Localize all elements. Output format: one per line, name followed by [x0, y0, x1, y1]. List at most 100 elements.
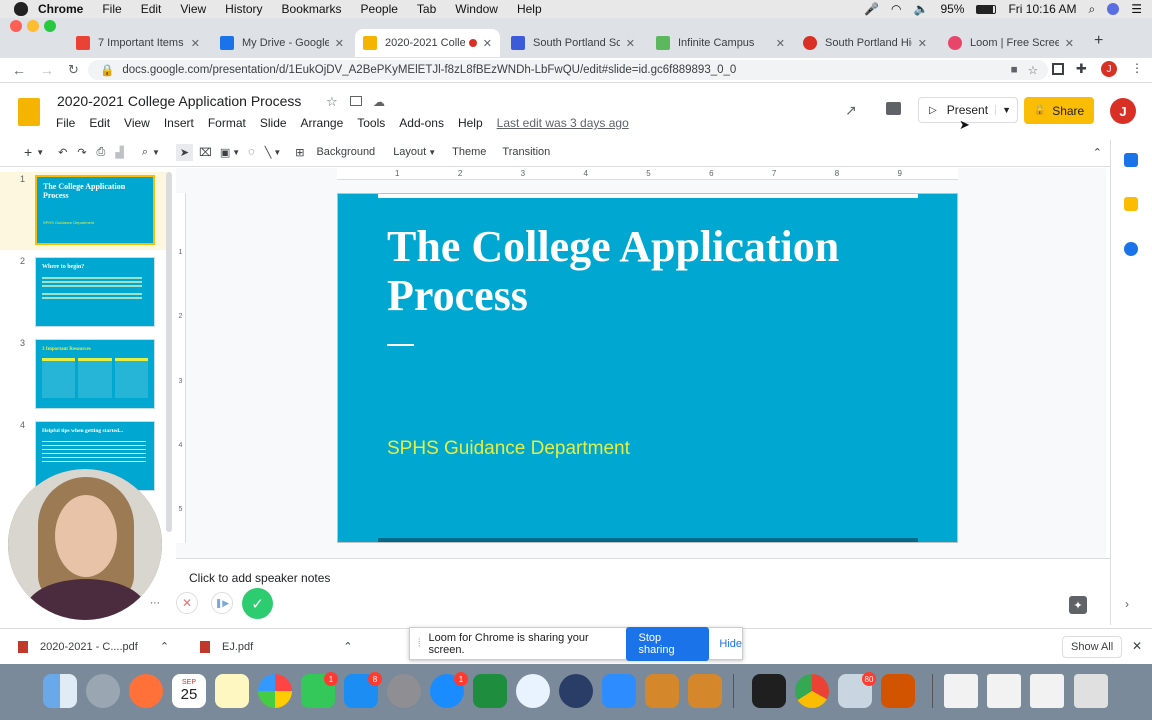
image-icon[interactable]: ▣ — [220, 146, 230, 159]
filmstrip-scrollbar[interactable] — [166, 172, 172, 532]
add-comment-icon[interactable]: ⊞ — [295, 146, 304, 159]
finish-recording-check-icon[interactable]: ✓ — [242, 588, 273, 619]
close-icon[interactable]: ✕ — [776, 37, 785, 50]
system-preferences-icon[interactable] — [387, 674, 421, 708]
layout-button[interactable]: Layout — [393, 146, 426, 158]
window-zoom-icon[interactable] — [44, 20, 56, 32]
trash-icon[interactable] — [1074, 674, 1108, 708]
shape-icon[interactable]: ◌ — [248, 146, 255, 158]
menu-file[interactable]: File — [56, 116, 75, 130]
slide-thumbnail-1[interactable]: The College Application Process SPHS Gui… — [35, 175, 155, 245]
activity-trend-icon[interactable]: ↗ — [845, 102, 857, 119]
print-icon[interactable]: ⎙ — [97, 146, 106, 159]
url-field[interactable]: 🔒 docs.google.com/presentation/d/1EukOjD… — [88, 60, 1048, 80]
star-icon[interactable]: ☆ — [326, 94, 338, 110]
slide-title[interactable]: The College Application Process — [387, 222, 907, 320]
menu-view[interactable]: View — [124, 116, 150, 130]
current-slide[interactable]: The College Application Process SPHS Gui… — [337, 193, 958, 543]
download-item-2[interactable]: EJ.pdf ⌃ — [200, 640, 352, 653]
extensions-puzzle-icon[interactable]: ✚ — [1076, 61, 1087, 77]
safari-icon[interactable] — [516, 674, 550, 708]
close-icon[interactable]: ✕ — [1065, 37, 1074, 50]
document-stack-icon[interactable] — [944, 674, 978, 708]
tab-south-portland-schools[interactable]: South Portland Scho ✕ — [503, 30, 643, 56]
menubar-item-help[interactable]: Help — [517, 2, 542, 16]
camera-icon[interactable]: ■ — [1011, 64, 1018, 76]
theme-button[interactable]: Theme — [452, 146, 486, 158]
new-slide-plus-icon[interactable]: + — [24, 144, 32, 160]
menu-edit[interactable]: Edit — [89, 116, 110, 130]
comments-icon[interactable] — [886, 102, 901, 115]
download-item-1[interactable]: 2020-2021 - C....pdf ⌃ — [18, 640, 169, 653]
menubar-item-history[interactable]: History — [225, 2, 262, 16]
document-stack-3-icon[interactable] — [1030, 674, 1064, 708]
battery-percent[interactable]: 95% — [940, 2, 964, 16]
move-folder-icon[interactable] — [350, 96, 362, 106]
close-icon[interactable]: ✕ — [483, 37, 492, 50]
apple-icon[interactable] — [14, 2, 28, 16]
menubar-item-edit[interactable]: Edit — [141, 2, 162, 16]
notes-icon[interactable] — [215, 674, 249, 708]
close-icon[interactable]: ✕ — [626, 37, 635, 50]
new-tab-plus-icon[interactable]: + — [1094, 32, 1103, 50]
tab-slides-active[interactable]: 2020-2021 Colle ✕ — [355, 29, 500, 57]
menubar-item-view[interactable]: View — [180, 2, 206, 16]
calendar-icon[interactable]: SEP 25 — [172, 674, 206, 708]
wifi-icon[interactable]: ◠ — [891, 2, 901, 16]
stop-sharing-button[interactable]: Stop sharing — [626, 626, 710, 661]
quicktime-icon[interactable] — [559, 674, 593, 708]
chevron-down-icon[interactable]: ▼ — [273, 148, 281, 157]
chevron-down-icon[interactable]: ▼ — [36, 148, 44, 157]
finder-icon[interactable] — [43, 674, 77, 708]
tasks-side-icon[interactable] — [1124, 242, 1138, 256]
close-icon[interactable]: ✕ — [335, 37, 344, 50]
paint-format-icon[interactable]: ▟ — [115, 146, 123, 159]
calendar-side-icon[interactable] — [1124, 153, 1138, 167]
tab-google-drive[interactable]: My Drive - Google Dr ✕ — [212, 30, 352, 56]
bookmark-star-icon[interactable]: ☆ — [1028, 63, 1038, 77]
last-edit-link[interactable]: Last edit was 3 days ago — [497, 116, 629, 130]
user-icon[interactable] — [1107, 3, 1120, 15]
close-icon[interactable]: ✕ — [918, 37, 927, 50]
volume-icon[interactable]: 🔈 — [913, 2, 928, 16]
photos-icon[interactable] — [258, 674, 292, 708]
menu-format[interactable]: Format — [208, 116, 246, 130]
menubar-clock[interactable]: Fri 10:16 AM — [1008, 2, 1076, 16]
vertical-ruler[interactable]: 1 2 3 4 5 — [176, 193, 186, 543]
tab-gmail[interactable]: 7 Important Items fro ✕ — [68, 30, 208, 56]
tab-infinite-campus[interactable]: Infinite Campus ✕ — [648, 30, 793, 56]
keep-side-icon[interactable] — [1124, 197, 1138, 211]
forward-arrow-icon[interactable]: → — [40, 62, 54, 78]
menu-slide[interactable]: Slide — [260, 116, 287, 130]
document-stack-2-icon[interactable] — [987, 674, 1021, 708]
document-title[interactable]: 2020-2021 College Application Process — [57, 93, 301, 109]
explore-icon[interactable]: ✦ — [1069, 596, 1087, 614]
select-cursor-icon[interactable]: ➤ — [175, 143, 194, 161]
chevron-down-icon[interactable]: ▼ — [152, 148, 160, 157]
line-icon[interactable]: ╲ — [265, 146, 272, 159]
menu-insert[interactable]: Insert — [164, 116, 194, 130]
tab-south-portland-high[interactable]: South Portland High ✕ — [795, 30, 935, 56]
control-menu-icon[interactable]: ☰ — [1131, 2, 1142, 16]
speaker-notes-field[interactable]: Click to add speaker notes — [189, 571, 330, 585]
loom-webcam-bubble[interactable] — [8, 469, 162, 620]
menubar-item-people[interactable]: People — [361, 2, 398, 16]
share-button[interactable]: 🔒 Share — [1024, 97, 1094, 124]
acrobat-icon[interactable] — [752, 674, 786, 708]
menubar-item-window[interactable]: Window — [455, 2, 498, 16]
google-slides-logo-icon[interactable] — [18, 98, 40, 126]
undo-icon[interactable]: ↶ — [58, 146, 67, 159]
transition-button[interactable]: Transition — [502, 146, 550, 158]
battery-icon[interactable] — [976, 4, 997, 14]
show-all-downloads-button[interactable]: Show All — [1062, 636, 1123, 658]
chrome-icon[interactable] — [795, 674, 829, 708]
text-box-icon[interactable]: ⌧ — [199, 146, 212, 159]
redo-icon[interactable]: ↷ — [77, 146, 86, 159]
background-button[interactable]: Background — [316, 146, 375, 158]
chevron-down-icon[interactable]: ▼ — [428, 148, 436, 157]
expand-side-panel-chevron-icon[interactable]: › — [1125, 597, 1129, 611]
window-minimize-icon[interactable] — [27, 20, 39, 32]
microphone-icon[interactable]: 🎤 — [864, 2, 879, 16]
slide-subtitle[interactable]: SPHS Guidance Department — [387, 438, 630, 460]
launchpad-icon[interactable] — [86, 674, 120, 708]
